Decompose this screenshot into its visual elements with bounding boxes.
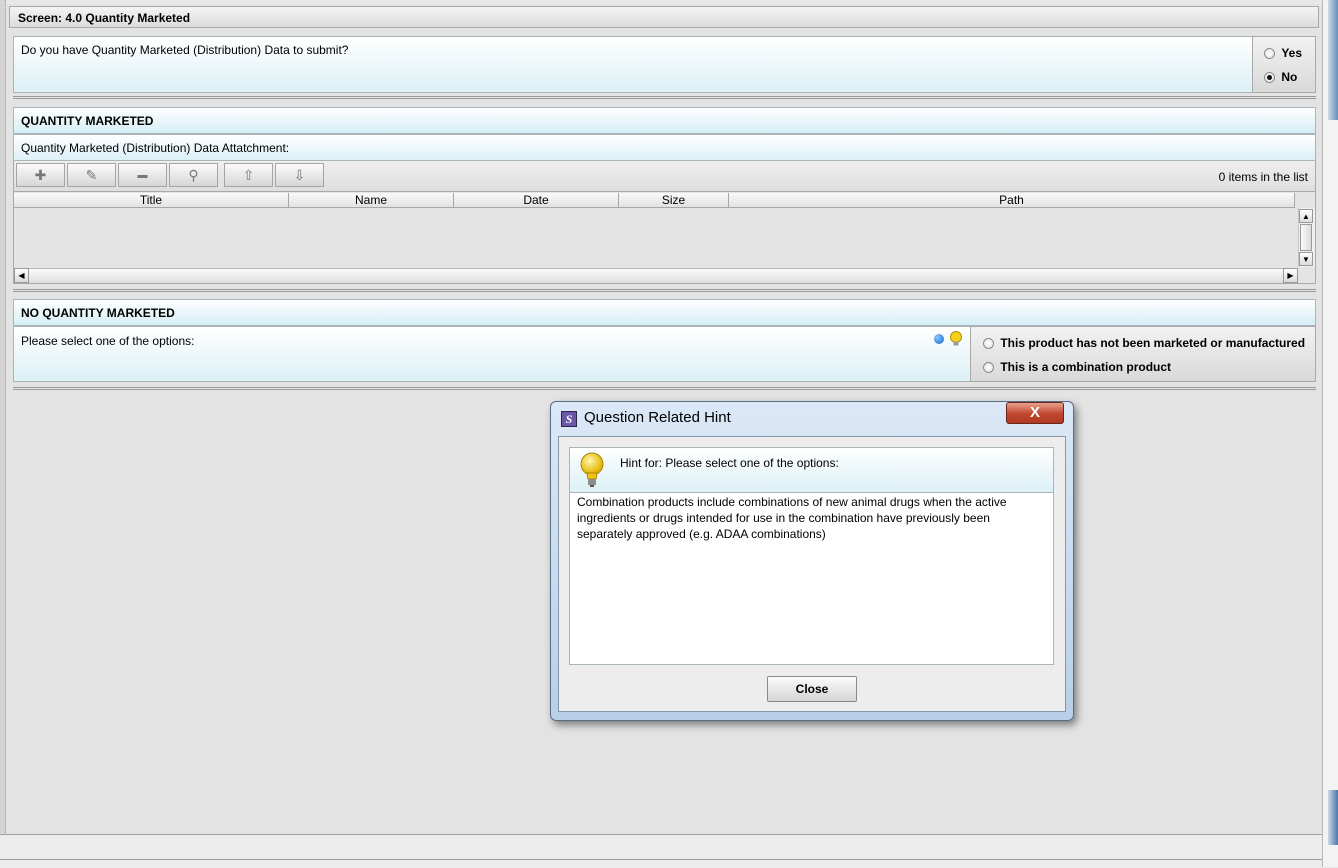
close-button[interactable]: Close [767,676,857,702]
section-header-quantity-marketed: QUANTITY MARKETED [13,107,1316,134]
minus-icon: ▬ [137,169,148,181]
combination-options: This product has not been marketed or ma… [970,326,1316,382]
move-down-button[interactable]: ⇩ [275,163,324,187]
hint-for-label: Hint for: Please select one of the optio… [620,456,839,470]
item-count: 0 items in the list [1218,170,1308,184]
edit-button[interactable]: ✎ [67,163,116,187]
column-name[interactable]: Name [289,193,454,208]
add-button[interactable]: ✚ [16,163,65,187]
dialog-close-button[interactable]: X [1006,402,1064,424]
hint-header: Hint for: Please select one of the optio… [569,447,1054,493]
no-radio[interactable] [1264,72,1275,84]
options-question-panel: Please select one of the options: [13,326,971,382]
column-size[interactable]: Size [619,193,729,208]
pencil-icon: ✎ [85,166,98,183]
column-path[interactable]: Path [729,193,1295,208]
scroll-right-arrow[interactable]: ▶ [1283,268,1298,283]
column-title[interactable]: Title [14,193,289,208]
not-marketed-option[interactable]: This product has not been marketed or ma… [983,336,1305,350]
screen-title: Screen: 4.0 Quantity Marketed [9,6,1319,28]
combination-product-radio[interactable] [983,362,994,374]
divider [13,387,1316,390]
yes-option[interactable]: Yes [1264,46,1302,60]
yes-no-options: Yes No [1252,36,1316,93]
not-marketed-radio[interactable] [983,338,994,350]
dialog-title: Question Related Hint [584,409,731,426]
combination-product-label: This is a combination product [1000,360,1172,374]
no-option[interactable]: No [1264,70,1297,84]
remove-button[interactable]: ▬ [118,163,167,187]
lightbulb-icon[interactable] [949,331,963,347]
hint-text: Combination products include combination… [569,492,1054,665]
close-icon: X [1029,404,1040,421]
blue-dot-icon [934,334,944,344]
view-button[interactable]: ⚲ [169,163,218,187]
attachment-label: Quantity Marketed (Distribution) Data At… [13,134,1316,161]
lightbulb-icon [579,452,607,488]
question-text: Do you have Quantity Marketed (Distribut… [21,43,349,57]
horizontal-scrollbar[interactable] [14,268,1298,283]
no-label: No [1281,70,1298,84]
arrow-down-icon: ⇩ [293,166,306,183]
magnifier-icon: ⚲ [188,166,199,183]
window-right-edge [1322,0,1338,867]
scroll-left-arrow[interactable]: ◀ [14,268,29,283]
divider [13,289,1316,292]
status-bar [0,834,1322,868]
question-panel: Do you have Quantity Marketed (Distribut… [13,36,1253,93]
yes-radio[interactable] [1264,48,1275,60]
app-icon: S [561,411,577,427]
move-up-button[interactable]: ⇧ [224,163,273,187]
not-marketed-label: This product has not been marketed or ma… [1000,336,1306,350]
scroll-down-arrow[interactable]: ▼ [1299,252,1313,266]
arrow-up-icon: ⇧ [242,166,255,183]
combination-product-option[interactable]: This is a combination product [983,360,1171,374]
options-prompt: Please select one of the options: [21,334,195,348]
vertical-scroll-thumb[interactable] [1300,224,1312,251]
column-date[interactable]: Date [454,193,619,208]
divider [13,96,1316,99]
section-header-no-quantity-marketed: NO QUANTITY MARKETED [13,299,1316,326]
scroll-up-arrow[interactable]: ▲ [1299,209,1313,223]
plus-icon: ✚ [34,166,47,183]
yes-label: Yes [1281,46,1303,60]
